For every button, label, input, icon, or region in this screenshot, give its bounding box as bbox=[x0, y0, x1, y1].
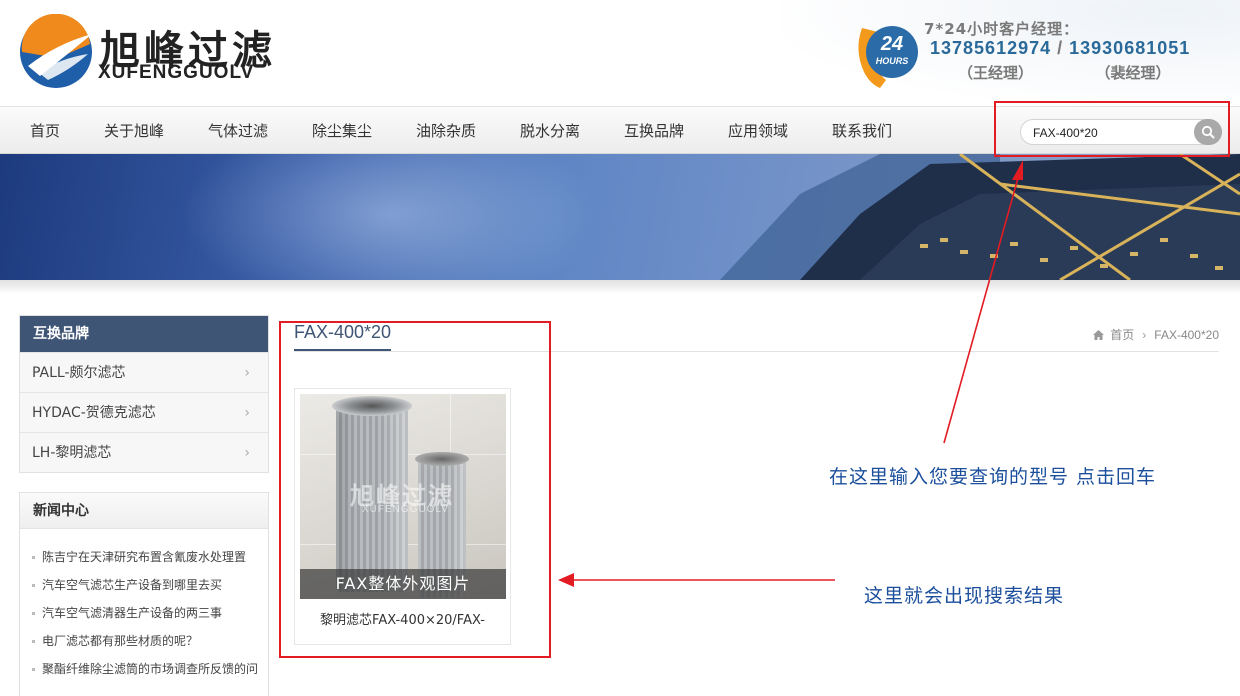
contact-name-1: （王经理） bbox=[958, 64, 1034, 82]
nav-item-brands[interactable]: 互换品牌 bbox=[624, 107, 684, 155]
phone-24-hours-icon: 24 HOURS bbox=[858, 26, 918, 88]
chevron-right-icon: › bbox=[244, 405, 250, 421]
nav-item-dust-collection[interactable]: 除尘集尘 bbox=[312, 107, 372, 155]
home-icon bbox=[1093, 330, 1105, 340]
phone-separator: / bbox=[1057, 38, 1064, 58]
nav-item-contact[interactable]: 联系我们 bbox=[832, 107, 892, 155]
news-item[interactable]: 聚酯纤维除尘滤筒的市场调查所反馈的问 bbox=[30, 655, 260, 683]
banner-building-illustration bbox=[720, 154, 1240, 280]
nav-item-oil-impurity[interactable]: 油除杂质 bbox=[416, 107, 476, 155]
annotation-search-box-highlight bbox=[994, 101, 1230, 157]
phone-number-2[interactable]: 13930681051 bbox=[1069, 38, 1190, 58]
nav-item-gas-filtration[interactable]: 气体过滤 bbox=[208, 107, 268, 155]
sidebar-item-label: HYDAC-贺德克滤芯 bbox=[32, 405, 156, 421]
phone-number-1[interactable]: 13785612974 bbox=[930, 38, 1051, 58]
breadcrumb-home[interactable]: 首页 bbox=[1110, 328, 1134, 342]
sidebar-item-lh[interactable]: LH-黎明滤芯 › bbox=[20, 432, 268, 472]
hotline-badge-label: HOURS bbox=[876, 56, 909, 66]
hotline-badge-number: 24 bbox=[880, 33, 903, 55]
annotation-search-hint: 在这里输入您要查询的型号 点击回车 bbox=[829, 466, 1157, 488]
news-item[interactable]: 陈吉宁在天津研究布置含氰废水处理置 bbox=[30, 543, 260, 571]
nav-item-about[interactable]: 关于旭峰 bbox=[104, 107, 164, 155]
logo-english-text: XUFENGGUOLV bbox=[98, 62, 255, 83]
annotation-result-hint: 这里就会出现搜索结果 bbox=[864, 585, 1065, 607]
sidebar-item-label: LH-黎明滤芯 bbox=[32, 445, 112, 461]
hero-banner bbox=[0, 154, 1240, 280]
nav-item-dehydration[interactable]: 脱水分离 bbox=[520, 107, 580, 155]
news-list: 陈吉宁在天津研究布置含氰废水处理置 汽车空气滤芯生产设备到哪里去买 汽车空气滤清… bbox=[20, 529, 268, 693]
sidebar-news-title: 新闻中心 bbox=[20, 493, 268, 529]
chevron-right-icon: › bbox=[244, 365, 250, 381]
sidebar-brands: 互换品牌 PALL-颇尔滤芯 › HYDAC-贺德克滤芯 › LH-黎明滤芯 › bbox=[19, 315, 269, 473]
sidebar-brands-title: 互换品牌 bbox=[20, 316, 268, 352]
banner-shadow bbox=[0, 280, 1240, 294]
breadcrumb-current: FAX-400*20 bbox=[1154, 328, 1219, 342]
nav-item-applications[interactable]: 应用领域 bbox=[728, 107, 788, 155]
breadcrumb: 首页 › FAX-400*20 bbox=[1093, 326, 1219, 343]
nav-item-home[interactable]: 首页 bbox=[30, 107, 60, 155]
news-item[interactable]: 电厂滤芯都有那些材质的呢？ bbox=[30, 627, 260, 655]
sidebar-item-label: PALL-颇尔滤芯 bbox=[32, 365, 126, 381]
news-item[interactable]: 汽车空气滤清器生产设备的两三事 bbox=[30, 599, 260, 627]
sidebar-item-pall[interactable]: PALL-颇尔滤芯 › bbox=[20, 352, 268, 392]
contact-name-2: （裴经理） bbox=[1103, 64, 1171, 82]
hotline-phones: 13785612974 /13930681051 bbox=[930, 38, 1190, 59]
annotation-results-highlight bbox=[279, 321, 551, 658]
sidebar-item-hydac[interactable]: HYDAC-贺德克滤芯 › bbox=[20, 392, 268, 432]
logo-icon[interactable] bbox=[18, 14, 96, 90]
breadcrumb-separator: › bbox=[1142, 328, 1147, 342]
arrowhead-icon bbox=[558, 573, 574, 587]
news-item[interactable]: 汽车空气滤芯生产设备到哪里去买 bbox=[30, 571, 260, 599]
sidebar-news: 新闻中心 陈吉宁在天津研究布置含氰废水处理置 汽车空气滤芯生产设备到哪里去买 汽… bbox=[19, 492, 269, 696]
chevron-right-icon: › bbox=[244, 445, 250, 461]
hotline-contacts: （王经理） （裴经理） bbox=[958, 62, 1171, 83]
site-header: 旭峰过滤 XUFENGGUOLV 24 HOURS 7*24小时客户经理： 13… bbox=[0, 0, 1240, 106]
hotline-title: 7*24小时客户经理： bbox=[924, 20, 1080, 38]
